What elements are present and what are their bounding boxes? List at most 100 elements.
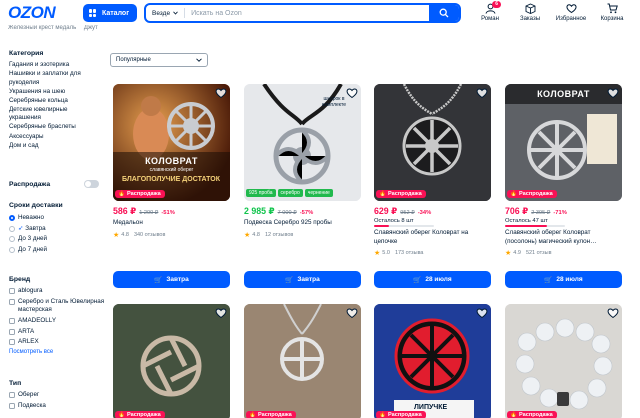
sale-badge: 🔥 Распродажа: [376, 411, 426, 418]
profile-link[interactable]: 6 Роман: [470, 1, 510, 22]
heart-icon[interactable]: [215, 307, 227, 319]
product-image[interactable]: КОЛОВРАТ 🔥 Распродажа: [505, 84, 622, 201]
heart-icon: [565, 4, 577, 14]
fire-icon: 🔥: [510, 412, 517, 418]
heart-icon[interactable]: [346, 307, 358, 319]
heart-icon[interactable]: [607, 307, 619, 319]
brand-option[interactable]: ARTA: [9, 328, 109, 337]
category-link[interactable]: Серебряные кольца: [9, 97, 101, 106]
product-image[interactable]: 🔥 Распродажа: [374, 84, 491, 201]
category-link[interactable]: Украшения на шею: [9, 88, 101, 97]
heart-icon[interactable]: [607, 87, 619, 99]
product-image[interactable]: 🔥 Распродажа: [244, 304, 361, 418]
product-image[interactable]: шнурок в комплекте 925 проба серебро чер…: [244, 84, 361, 201]
product-image[interactable]: КОЛОВРАТ славянский оберег БЛАГОПОЛУЧИЕ …: [113, 84, 230, 201]
orders-link[interactable]: Заказы: [510, 3, 550, 22]
cart-link[interactable]: Корзина: [592, 3, 632, 22]
search-button[interactable]: [429, 5, 459, 21]
brands-more-link[interactable]: Посмотреть все: [9, 349, 109, 355]
add-to-cart-button[interactable]: 🛒 Завтра: [113, 271, 230, 288]
product-card[interactable]: ЛИПУЧКЕ 🔥 Распродажа: [374, 304, 491, 418]
cart-icon: [607, 3, 618, 14]
type-option[interactable]: Оберег: [9, 391, 101, 400]
star-icon: ★: [244, 231, 251, 239]
product-card[interactable]: 🔥 Распродажа 629 ₽ 952 ₽ -34% Осталось 8 …: [374, 84, 491, 257]
product-card[interactable]: 🔥 Распродажа: [244, 304, 361, 418]
product-image[interactable]: 🔥 Распродажа: [505, 304, 622, 418]
delivery-option[interactable]: Неважно: [9, 213, 101, 224]
product-card[interactable]: КОЛОВРАТ славянский оберег БЛАГОПОЛУЧИЕ …: [113, 84, 230, 239]
product-title[interactable]: Медальон: [113, 219, 230, 228]
add-to-cart-button[interactable]: 🛒 Завтра: [244, 271, 361, 288]
catalog-button[interactable]: Каталог: [83, 4, 137, 22]
notification-badge: 6: [492, 1, 501, 8]
heart-icon[interactable]: [476, 87, 488, 99]
fire-icon: 🔥: [379, 412, 386, 418]
heart-icon[interactable]: [476, 307, 488, 319]
product-card[interactable]: КОЛОВРАТ 🔥 Распродажа 706 ₽ 2 395 ₽ -71% …: [505, 84, 622, 257]
product-image[interactable]: ЛИПУЧКЕ 🔥 Распродажа: [374, 304, 491, 418]
checkbox: [9, 402, 15, 409]
reviews-count[interactable]: 12 отзывов: [265, 232, 293, 238]
brand-option[interactable]: ablogura: [9, 287, 109, 296]
product-image[interactable]: 🔥 Распродажа: [113, 304, 230, 418]
fire-icon: 🔥: [249, 412, 256, 418]
category-link[interactable]: Нашивки и заплатки для рукоделия: [9, 70, 101, 87]
radio: [9, 225, 15, 232]
brand-filter: Бренд ablogura Серебро и Сталь Ювелирная…: [9, 276, 109, 355]
brand-option[interactable]: AMADEOLLY: [9, 317, 109, 326]
type-option-label: Оберег: [18, 391, 40, 398]
sale-badge: 🔥 Распродажа: [507, 190, 557, 198]
category-link[interactable]: Гадания и эзотерика: [9, 61, 101, 70]
heart-icon[interactable]: [346, 87, 358, 99]
favorites-label: Избранное: [555, 16, 587, 22]
price-row: 706 ₽ 2 395 ₽ -71%: [505, 206, 622, 217]
delivery-option[interactable]: До 3 дней: [9, 234, 101, 245]
rating-value: 4.8: [252, 231, 260, 238]
discount: -57%: [299, 210, 314, 216]
sale-toggle[interactable]: [84, 180, 99, 188]
add-to-cart-button[interactable]: 🛒 28 июля: [374, 271, 491, 288]
reviews-count[interactable]: 173 отзыва: [395, 250, 424, 256]
sort-label: Популярные: [116, 57, 151, 63]
image-caption: КОЛОВРАТ: [537, 89, 590, 99]
add-to-cart-button[interactable]: 🛒 28 июля: [505, 271, 622, 288]
category-link[interactable]: Аксессуары: [9, 133, 101, 142]
cart-icon: 🛒: [154, 276, 163, 284]
product-title[interactable]: Подвеска Серебро 925 пробы: [244, 219, 361, 228]
search-scope-select[interactable]: Везде: [146, 8, 186, 18]
brand-option[interactable]: Серебро и Сталь Ювелирная мастерская: [9, 298, 109, 315]
sort-select[interactable]: Популярные: [110, 53, 208, 67]
type-option[interactable]: Подвеска: [9, 402, 101, 411]
product-title[interactable]: Славянский оберег Коловрат на цепочке: [374, 229, 491, 246]
subnav-item[interactable]: Железный крест медаль: [8, 25, 76, 31]
brand-option[interactable]: ARLEX: [9, 338, 109, 347]
type-filter: Тип Оберег Подвеска: [9, 380, 101, 412]
category-link[interactable]: Серебряные браслеты: [9, 123, 101, 132]
old-price: 2 395 ₽: [531, 210, 551, 216]
checkbox: [9, 298, 15, 305]
reviews-count[interactable]: 340 отзывов: [134, 232, 165, 238]
favorites-link[interactable]: Избранное: [551, 3, 591, 22]
heart-icon[interactable]: [215, 87, 227, 99]
delivery-option[interactable]: ➶ Завтра: [9, 224, 101, 235]
checkbox: [9, 328, 15, 335]
ozon-logo[interactable]: OZON: [8, 3, 56, 23]
subnav-item[interactable]: Джут: [84, 25, 98, 31]
buy-label: 28 июля: [556, 276, 583, 283]
reviews-count[interactable]: 521 отзыв: [526, 250, 552, 256]
radio: [9, 246, 15, 253]
product-title[interactable]: Славянский оберег Коловрат (посолонь) ма…: [505, 229, 622, 246]
product-card[interactable]: шнурок в комплекте 925 проба серебро чер…: [244, 84, 361, 239]
profile-label: Роман: [481, 16, 499, 22]
stock-left: Осталось 8 шт: [374, 218, 414, 224]
delivery-option-label: Неважно: [18, 214, 45, 221]
product-card[interactable]: 🔥 Распродажа: [113, 304, 230, 418]
price-row: 586 ₽ 1 200 ₽ -51%: [113, 206, 230, 217]
buy-label: Завтра: [166, 276, 189, 283]
category-link[interactable]: Дом и сад: [9, 142, 101, 151]
delivery-option[interactable]: До 7 дней: [9, 245, 101, 256]
search-input[interactable]: [185, 9, 429, 17]
category-link[interactable]: Детские ювелирные украшения: [9, 106, 101, 123]
product-card[interactable]: 🔥 Распродажа: [505, 304, 622, 418]
